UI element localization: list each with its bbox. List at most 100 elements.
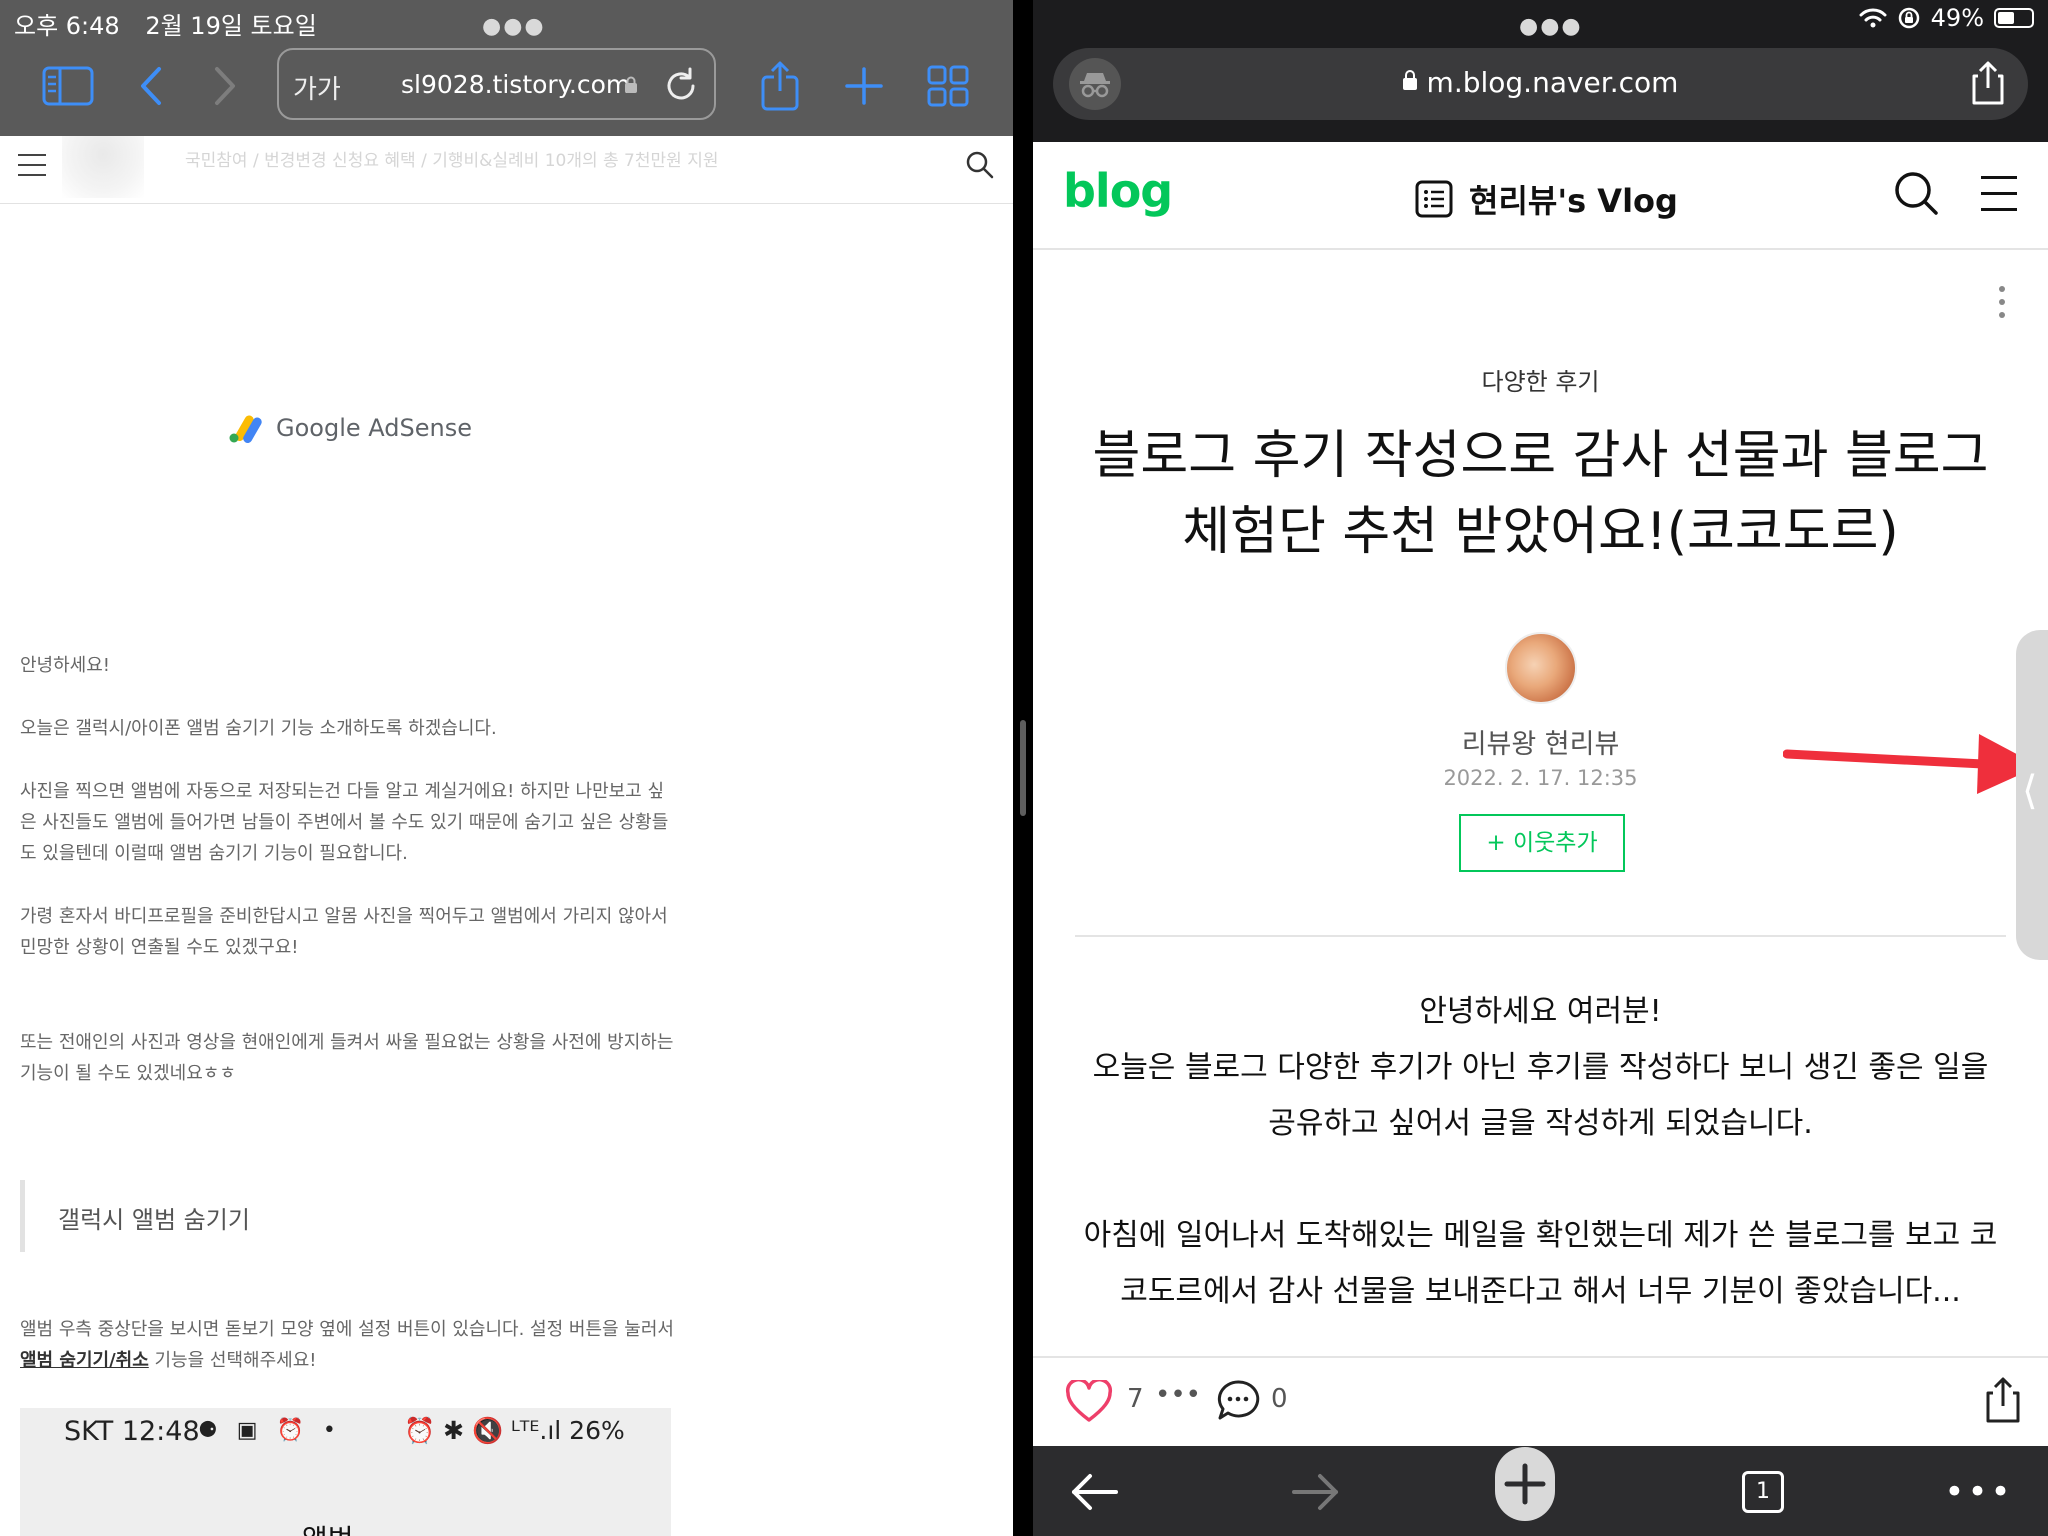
red-arrow-annotation — [1783, 734, 2039, 794]
chevron-left-icon: ⟨ — [2022, 768, 2038, 814]
adsense-logo-icon — [229, 415, 262, 443]
blog-name: 현리뷰's Vlog — [1469, 182, 1678, 220]
author-avatar[interactable] — [1505, 632, 1577, 704]
heart-icon[interactable] — [1065, 1380, 1113, 1424]
list-icon — [1415, 180, 1453, 218]
blog-name-link[interactable]: 현리뷰's Vlog — [1415, 176, 1678, 222]
section-heading-quote: 갤럭시 앨범 숨기기 — [20, 1180, 680, 1252]
comment-icon[interactable] — [1215, 1378, 1261, 1424]
chevron-left-icon — [141, 67, 161, 105]
arrow-left-icon — [1072, 1474, 1118, 1510]
orientation-lock-icon — [1898, 7, 1919, 29]
multitask-dots-icon[interactable]: ●●● — [482, 14, 546, 39]
instruction-text-end: 기능을 선택해주세요! — [148, 1350, 317, 1371]
address-bar[interactable]: 가가 sl9028.tistory.com — [277, 48, 716, 120]
plus-icon — [845, 67, 883, 105]
more-options-icon[interactable] — [1999, 286, 2005, 325]
body-line: 공유하고 싶어서 글을 작성하게 되었습니다. — [1268, 1106, 1813, 1141]
browser-top-bar: ●●● 49% m.blog.naver.com — [1033, 0, 2048, 142]
grid-icon — [927, 65, 969, 107]
paragraph: 사진을 찍으면 앨범에 자동으로 저장되는건 다들 알고 계실거에요! 하지만 … — [20, 781, 669, 864]
share-button[interactable] — [752, 60, 808, 112]
body-line: 아침에 일어나서 도착해있는 메일을 확인했는데 제가 쓴 블로그를 보고 코 — [1083, 1218, 1998, 1253]
site-header: 국민참여 / 번경변경 신청요 혜택 / 기행비&실례비 10개의 총 7천만원… — [0, 136, 1013, 204]
adsense-label: Google AdSense — [276, 414, 472, 442]
comment-count: 0 — [1271, 1384, 1288, 1414]
split-view: 오후 6:48 2월 19일 토요일 ●●● 가가 sl9028.tistory… — [0, 0, 2048, 1536]
forward-button[interactable] — [1285, 1462, 1345, 1522]
text-size-button[interactable]: 가가 — [293, 69, 341, 106]
likers-more-icon[interactable]: ••• — [1155, 1380, 1201, 1410]
browser-bottom-bar: 1 ••• — [1033, 1446, 2048, 1536]
share-icon[interactable] — [1970, 60, 2006, 106]
status-bar-left: 오후 6:48 2월 19일 토요일 — [14, 6, 335, 41]
instruction-paragraph: 앨범 우측 중상단을 보시면 돋보기 모양 옆에 설정 버튼이 있습니다. 설정… — [20, 1314, 680, 1376]
share-icon[interactable] — [1984, 1376, 2022, 1424]
site-menu-icon[interactable] — [18, 154, 46, 178]
menu-icon[interactable] — [1981, 176, 2017, 224]
status-bar-right: 49% — [1859, 4, 2034, 32]
phone-status-time: SKT 12:48 — [64, 1416, 200, 1447]
arrow-right-icon — [1292, 1474, 1338, 1510]
share-icon — [761, 61, 799, 111]
like-count: 7 — [1127, 1384, 1144, 1414]
body-line: 안녕하세요 여러분! — [1419, 994, 1662, 1029]
lock-icon — [625, 76, 637, 93]
battery-percent: 49% — [1930, 4, 1984, 32]
back-button[interactable] — [1065, 1462, 1125, 1522]
phone-status-icons: ⚈ ▣ ⏰ • — [198, 1418, 342, 1443]
adsense-ad[interactable]: Google AdSense — [228, 412, 472, 444]
chevron-right-icon — [215, 67, 235, 105]
blog-logo[interactable]: blog — [1063, 164, 1173, 218]
divider — [1075, 935, 2006, 937]
sidebar-icon — [42, 66, 94, 106]
add-neighbor-button[interactable]: + 이웃추가 — [1459, 814, 1625, 872]
post-category[interactable]: 다양한 후기 — [1033, 362, 2048, 397]
tab-count: 1 — [1742, 1471, 1784, 1513]
paragraph: 안녕하세요! — [20, 655, 111, 676]
tab-switcher-button[interactable]: 1 — [1733, 1462, 1793, 1522]
left-safari-pane: 오후 6:48 2월 19일 토요일 ●●● 가가 sl9028.tistory… — [0, 0, 1013, 1536]
slide-over-handle[interactable]: ⟨ — [2016, 630, 2048, 960]
tab-overview-button[interactable] — [920, 60, 976, 112]
post-action-bar: 7 ••• 0 — [1033, 1356, 2048, 1446]
post-title: 블로그 후기 작성으로 감사 선물과 블로그 체험단 추천 받았어요!(코코도르… — [1092, 426, 1989, 562]
address-url: m.blog.naver.com — [1426, 66, 1679, 99]
right-browser-pane: ●●● 49% m.blog.naver.com blog 현리뷰's Vlog — [1033, 0, 2048, 1536]
instruction-text: 앨범 우측 중상단을 보시면 돋보기 모양 옆에 설정 버튼이 있습니다. 설정… — [20, 1319, 674, 1340]
lock-icon — [1402, 70, 1417, 90]
paragraph: 또는 전애인의 사진과 영상을 현애인에게 들켜서 싸울 필요없는 상황을 사전… — [20, 1032, 674, 1084]
paragraph: 오늘은 갤럭시/아이폰 앨범 숨기기 기능 소개하도록 하겠습니다. — [20, 718, 497, 739]
safari-toolbar: 오후 6:48 2월 19일 토요일 ●●● 가가 sl9028.tistory… — [0, 0, 1013, 136]
search-icon[interactable] — [965, 150, 995, 180]
more-dots-icon: ••• — [1944, 1472, 2014, 1512]
reload-icon[interactable] — [663, 66, 699, 104]
faded-thumbnail — [62, 136, 144, 198]
section-heading: 갤럭시 앨범 숨기기 — [58, 1206, 250, 1234]
status-time: 오후 6:48 — [14, 12, 120, 40]
back-button[interactable] — [124, 60, 180, 112]
plus-icon — [1495, 1447, 1555, 1521]
forward-button[interactable] — [196, 60, 252, 112]
address-url-wrap: m.blog.naver.com — [1053, 66, 2028, 99]
body-line: 코도르에서 감사 선물을 보내준다고 해서 너무 기분이 좋았습니다... — [1120, 1274, 1961, 1309]
battery-icon — [1994, 8, 2034, 28]
address-url: sl9028.tistory.com — [401, 70, 631, 99]
search-icon[interactable] — [1893, 170, 1939, 216]
new-tab-button[interactable] — [1495, 1447, 1555, 1521]
phone-album-label: 앨범 — [302, 1518, 354, 1536]
phone-screenshot: SKT 12:48 ⚈ ▣ ⏰ • ⏰ ✱ 🔇 ᴸᵀᴱ.ıl 26% 앨범 — [20, 1408, 671, 1536]
sidebar-toggle-button[interactable] — [40, 60, 96, 112]
faded-header-text: 국민참여 / 번경변경 신청요 혜택 / 기행비&실례비 10개의 총 7천만원… — [185, 151, 719, 171]
instruction-link[interactable]: 앨범 숨기기/취소 — [20, 1350, 149, 1371]
address-bar[interactable]: m.blog.naver.com — [1053, 48, 2028, 120]
multitask-dots-icon[interactable]: ●●● — [1519, 14, 1583, 39]
body-line: 오늘은 블로그 다양한 후기가 아닌 후기를 작성하다 보니 생긴 좋은 일을 — [1092, 1050, 1989, 1085]
split-divider-handle[interactable] — [1020, 720, 1026, 816]
wifi-icon — [1859, 8, 1887, 28]
paragraph: 가령 혼자서 바디프로필을 준비한답시고 알몸 사진을 찍어두고 앨범에서 가리… — [20, 906, 668, 958]
new-tab-button[interactable] — [836, 60, 892, 112]
phone-status-right: ⏰ ✱ 🔇 ᴸᵀᴱ.ıl 26% — [404, 1416, 625, 1445]
more-menu-button[interactable]: ••• — [1939, 1462, 2019, 1522]
blog-header: blog 현리뷰's Vlog — [1033, 142, 2048, 250]
